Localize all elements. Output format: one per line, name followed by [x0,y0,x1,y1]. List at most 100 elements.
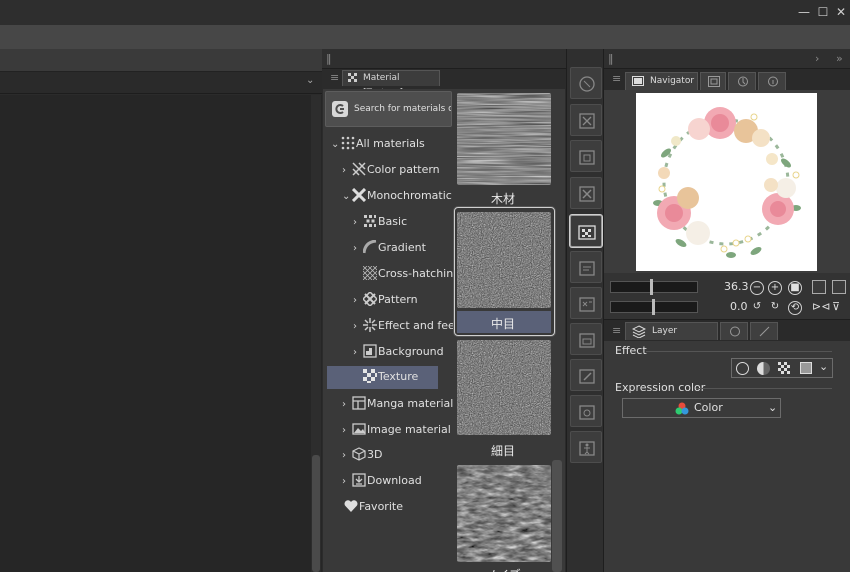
tree-item-3d[interactable]: › 3D [342,444,453,466]
tree-item-texture[interactable]: Texture [327,366,438,389]
texture-thumb-wood[interactable] [457,93,551,185]
grip-icon[interactable]: ‖ [608,52,614,65]
figure-folder-button[interactable] [570,431,602,463]
3d-folder-button[interactable] [570,323,602,355]
delete-material-button[interactable] [570,177,602,209]
chevron-right-icon[interactable]: › [342,394,352,415]
chevron-right-icon[interactable]: › [353,212,363,233]
download-folder-button[interactable] [570,359,602,391]
chevron-right-icon[interactable]: › [342,420,352,441]
texture-folder-button[interactable] [570,215,602,247]
menu-icon[interactable]: ≡ [612,324,621,337]
tree-item-label: 3D [367,448,383,461]
texture-thumb-fine[interactable] [457,340,551,435]
rotate-right-button[interactable]: ↻ [768,301,782,315]
tree-item-cross-hatching[interactable]: Cross-hatching [353,263,453,285]
subview-icon [708,76,720,87]
camera-folder-button[interactable] [570,395,602,427]
border-effect-icon[interactable] [736,362,749,375]
chevron-right-icon[interactable]: › [353,342,363,363]
tab-layer-extra[interactable] [750,322,778,340]
tree-item-favorite[interactable]: Favorite [334,496,453,518]
tree-item-all-materials[interactable]: ⌄ All materials [331,133,453,155]
thumb-label-wood: 木材 [490,192,515,206]
tree-item-monochromatic[interactable]: ⌄ Monochromatic pattern [342,185,453,207]
tab-subview[interactable] [700,72,726,90]
gradient-icon [363,240,377,254]
close-button[interactable]: ✕ [834,5,848,19]
basic-icon [364,215,376,227]
tab-layer-search[interactable] [720,322,748,340]
tree-item-background[interactable]: › Background [353,341,453,363]
tree-item-effect[interactable]: › Effect and feeling [353,315,453,337]
chevron-down-icon[interactable]: ⌄ [306,75,314,86]
minimize-button[interactable]: — [797,5,811,19]
maximize-button[interactable]: ☐ [816,5,830,19]
search-icon [579,76,595,92]
double-arrow-icon[interactable]: » [836,52,843,65]
search-material-button[interactable] [570,67,602,99]
effect-label: Effect [615,344,647,357]
thumb-label-fine: 細目 [490,444,515,458]
grip-icon[interactable]: ‖ [326,52,332,65]
tree-item-color-pattern[interactable]: › Color pattern [342,159,453,181]
menu-icon[interactable]: ≡ [330,71,339,84]
zoom-slider[interactable] [610,281,698,293]
tab-item-bank[interactable] [758,72,786,90]
chevron-down-icon[interactable]: ⌄ [819,360,828,373]
thumbnail-scrollbar[interactable] [552,460,562,572]
chevron-right-icon[interactable]: › [342,445,352,466]
checker-icon [348,73,357,82]
tab-navigator[interactable]: Navigator [625,72,698,90]
edit-folder-icon [579,369,595,384]
rotate-left-button[interactable]: ↺ [750,301,764,315]
image-folder-button[interactable] [570,287,602,319]
chevron-right-icon[interactable]: › [353,238,363,259]
extract-line-icon[interactable] [757,362,770,375]
flip-vertical-button[interactable]: ⊽ [832,300,846,314]
fit-button[interactable]: ■ [788,281,802,295]
chevron-right-icon[interactable]: › [353,290,363,311]
tree-item-image-material[interactable]: › Image material [342,419,453,441]
tab-layer-property[interactable]: Layer Property [625,322,718,353]
rotate-slider-thumb[interactable] [652,299,655,315]
zoom-in-button[interactable]: + [768,281,782,295]
thumb-label-medium: 中目 [490,317,515,331]
fit-window-button[interactable] [812,280,826,294]
zoom-slider-thumb[interactable] [650,279,653,295]
chevron-down-icon[interactable]: ⌄ [342,186,352,207]
chevron-right-icon[interactable]: › [342,471,352,492]
paste-material-button[interactable] [570,104,602,136]
tree-item-basic[interactable]: › Basic [353,211,453,233]
canvas-area[interactable] [0,95,322,572]
search-assets-button[interactable]: Search for materials on ASSETS [325,91,452,127]
assets-logo-icon [332,101,348,117]
tree-item-label: Manga material [367,397,453,410]
tree-item-download[interactable]: › Download [342,470,453,492]
tree-item-gradient[interactable]: › Gradient [353,237,453,259]
texture-thumb-noise[interactable] [457,465,551,562]
navigator-preview-image[interactable] [636,93,817,271]
cross-hatch-icon [363,266,377,280]
manga-folder-button[interactable] [570,251,602,283]
add-material-button[interactable] [570,140,602,172]
canvas-scroll-thumb[interactable] [312,455,320,572]
chevron-right-icon[interactable]: › [342,160,352,181]
expression-color-select[interactable]: Color ⌄ [622,398,781,418]
flip-horizontal-button[interactable]: ⊳⊲ [812,300,830,314]
tab-quick-access[interactable] [728,72,756,90]
chevron-down-icon[interactable]: ⌄ [331,134,341,155]
effect-icon [363,318,377,332]
reset-rotation-button[interactable]: ⟲ [788,301,802,315]
chevron-right-icon[interactable]: › [353,316,363,337]
tree-item-pattern[interactable]: › Pattern [353,289,453,311]
menu-icon[interactable]: ≡ [612,72,621,85]
texture-thumb-medium[interactable] [457,212,551,308]
tab-material-texture[interactable]: Material [Texture] [342,70,440,98]
layer-color-icon[interactable] [800,362,812,374]
collapse-arrow-icon[interactable]: › [815,52,819,65]
fullscreen-button[interactable] [832,280,846,294]
tree-item-manga-material[interactable]: › Manga material [342,393,453,415]
zoom-out-button[interactable]: − [750,281,764,295]
tone-icon[interactable] [778,362,791,375]
